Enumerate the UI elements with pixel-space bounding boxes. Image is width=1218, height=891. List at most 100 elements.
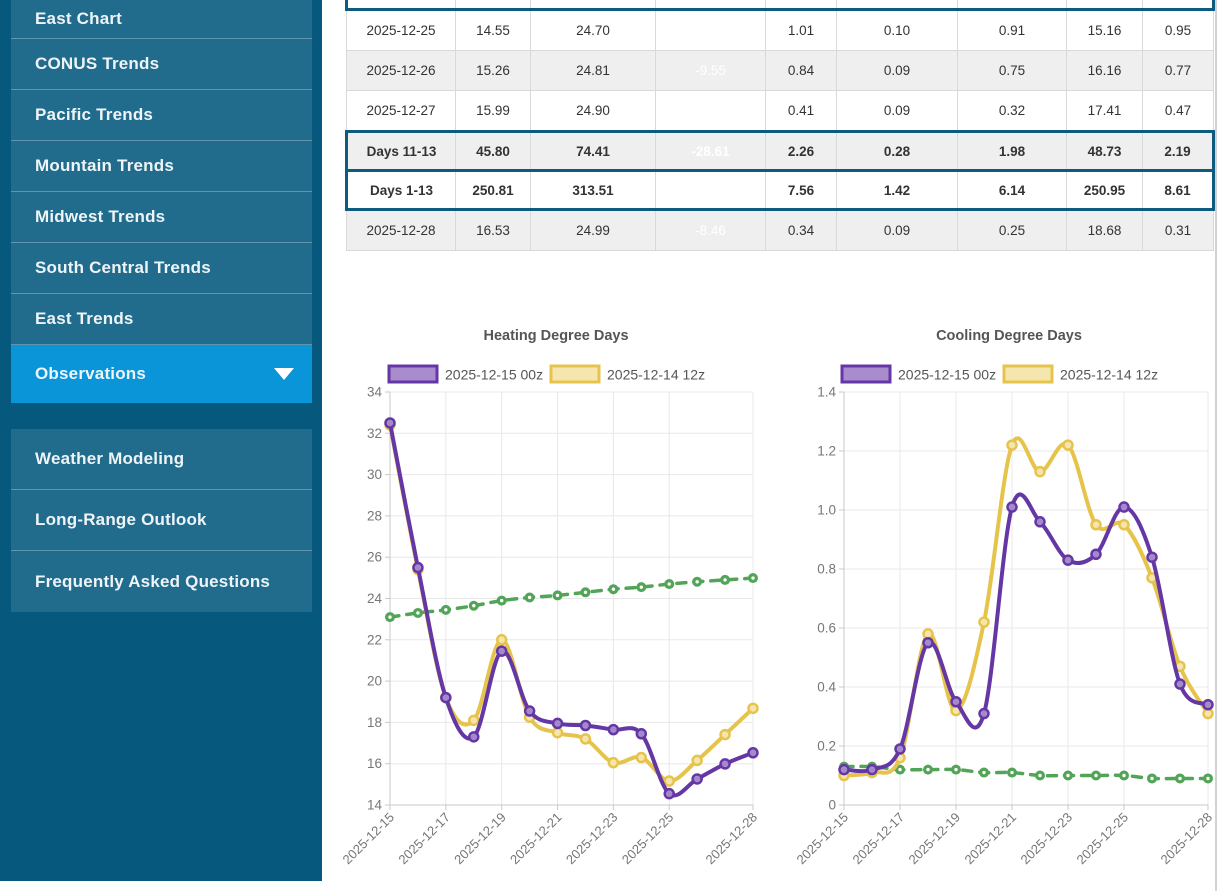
row-label: Days 1-13 — [347, 171, 456, 210]
value-cell — [531, 0, 656, 10]
value-cell: 18.68 — [1067, 210, 1143, 251]
x-axis-tick-label: 2025-12-21 — [961, 810, 1019, 868]
value-cell: 7.56 — [766, 171, 837, 210]
value-cell: 2.26 — [766, 132, 837, 171]
chart-legend[interactable]: 2025-12-15 00z 2025-12-14 12z — [389, 366, 705, 383]
table-row: Days 1-13250.81313.51-62.707.561.426.142… — [347, 171, 1214, 210]
sidebar-item-observations[interactable]: Observations — [11, 345, 312, 403]
table-row: 2025-12-2816.5324.99-8.460.340.090.2518.… — [347, 210, 1214, 251]
x-axis-tick-label: 2025-12-28 — [1157, 810, 1215, 868]
y-axis-tick-label: 16 — [367, 756, 382, 771]
sidebar-nav-primary: East Chart CONUS Trends Pacific Trends M… — [0, 0, 322, 403]
y-axis-tick-label: 14 — [367, 798, 383, 813]
x-axis-tick-label: 2025-12-19 — [451, 810, 509, 868]
value-cell: 0.10 — [837, 10, 958, 51]
y-axis-tick-label: 1.0 — [817, 503, 836, 518]
series-2025-12-15-00z — [840, 494, 1213, 774]
x-axis-tick-label: 2025-12-15 — [339, 810, 397, 868]
sidebar-item-pacific-trends[interactable]: Pacific Trends — [11, 90, 312, 141]
chart-legend[interactable]: 2025-12-15 00z2025-12-14 12z — [842, 366, 1158, 383]
value-cell — [1067, 0, 1143, 10]
row-label: 2025-12-28 — [347, 210, 456, 251]
series-normal — [385, 573, 758, 622]
x-axis-tick-label: 2025-12-21 — [507, 810, 565, 868]
sidebar-item-long-range-outlook[interactable]: Long-Range Outlook — [11, 490, 312, 551]
sidebar-item-label: Observations — [35, 364, 146, 384]
sidebar-item-label: Weather Modeling — [35, 449, 184, 469]
value-cell: 0.84 — [766, 51, 837, 91]
y-axis-tick-label: 22 — [367, 632, 382, 647]
sidebar-item-label: Mountain Trends — [35, 156, 174, 176]
y-axis-tick-label: 1.4 — [817, 385, 836, 400]
value-cell — [958, 0, 1067, 10]
value-cell: 250.81 — [456, 171, 531, 210]
value-cell: 14.55 — [456, 10, 531, 51]
sidebar-item-label: Midwest Trends — [35, 207, 165, 227]
value-cell: 0.47 — [1143, 91, 1214, 132]
legend-label: 2025-12-15 00z — [445, 367, 543, 383]
x-axis-tick-label: 2025-12-23 — [563, 810, 621, 868]
row-label: 2025-12-25 — [347, 10, 456, 51]
sidebar: East Chart CONUS Trends Pacific Trends M… — [0, 0, 322, 881]
sidebar-item-south-central-trends[interactable]: South Central Trends — [11, 243, 312, 294]
value-cell: 1.98 — [958, 132, 1067, 171]
cooling-degree-days-chart: Cooling Degree Days2025-12-15 00z2025-12… — [799, 309, 1218, 881]
value-cell: 16.53 — [456, 210, 531, 251]
y-axis-tick-label: 26 — [367, 550, 382, 565]
sidebar-item-faq[interactable]: Frequently Asked Questions — [11, 551, 312, 612]
chevron-down-icon — [274, 368, 294, 380]
value-cell: 48.73 — [1067, 132, 1143, 171]
sidebar-item-mountain-trends[interactable]: Mountain Trends — [11, 141, 312, 192]
x-axis-tick-label: 2025-12-28 — [702, 810, 760, 868]
y-axis-tick-label: 34 — [367, 385, 383, 400]
anomaly-cell: -10.15 — [656, 10, 766, 51]
value-cell: 8.61 — [1143, 171, 1214, 210]
chart-grid — [839, 392, 1208, 810]
x-axis-tick-label: 2025-12-17 — [849, 810, 907, 868]
sidebar-item-label: Long-Range Outlook — [35, 510, 207, 530]
sidebar-item-label: East Chart — [35, 9, 122, 29]
table-row-clipped — [347, 0, 1214, 10]
value-cell — [766, 0, 837, 10]
table-row: 2025-12-2715.9924.90-8.910.410.090.3217.… — [347, 91, 1214, 132]
legend-label: 2025-12-15 00z — [898, 367, 996, 383]
sidebar-item-label: Frequently Asked Questions — [35, 572, 270, 592]
value-cell: 0.09 — [837, 210, 958, 251]
value-cell: 24.99 — [531, 210, 656, 251]
y-axis-tick-label: 32 — [367, 426, 382, 441]
legend-swatch — [842, 366, 890, 382]
y-axis-tick-label: 24 — [367, 591, 383, 606]
sidebar-item-east-trends[interactable]: East Trends — [11, 294, 312, 345]
sidebar-item-conus-trends[interactable]: CONUS Trends — [11, 39, 312, 90]
y-axis-tick-label: 0.4 — [817, 680, 836, 695]
y-axis-tick-label: 28 — [367, 508, 382, 523]
forecast-table: 2025-12-2514.5524.70-10.151.010.100.9115… — [345, 0, 1215, 251]
value-cell: 1.01 — [766, 10, 837, 51]
value-cell: 0.31 — [1143, 210, 1214, 251]
sidebar-item-label: CONUS Trends — [35, 54, 159, 74]
sidebar-item-weather-modeling[interactable]: Weather Modeling — [11, 429, 312, 490]
value-cell: 24.70 — [531, 10, 656, 51]
anomaly-cell: -62.70 — [656, 171, 766, 210]
chart-title: Cooling Degree Days — [936, 328, 1082, 344]
sidebar-item-label: Pacific Trends — [35, 105, 153, 125]
value-cell: 24.81 — [531, 51, 656, 91]
page-right-edge-divider — [1215, 0, 1217, 891]
y-axis-tick-label: 0.6 — [817, 621, 836, 636]
value-cell: 1.42 — [837, 171, 958, 210]
value-cell: 2.19 — [1143, 132, 1214, 171]
value-cell: 0.32 — [958, 91, 1067, 132]
value-cell — [456, 0, 531, 10]
anomaly-cell: -8.91 — [656, 91, 766, 132]
value-cell: 0.95 — [1143, 10, 1214, 51]
value-cell: 15.16 — [1067, 10, 1143, 51]
legend-swatch — [1004, 366, 1052, 382]
series-2025-12-14-12z — [386, 421, 758, 786]
value-cell: 74.41 — [531, 132, 656, 171]
value-cell: 0.91 — [958, 10, 1067, 51]
value-cell: 15.26 — [456, 51, 531, 91]
legend-label: 2025-12-14 12z — [607, 367, 705, 383]
sidebar-item-midwest-trends[interactable]: Midwest Trends — [11, 192, 312, 243]
sidebar-item-east-chart[interactable]: East Chart — [11, 0, 312, 39]
y-axis-tick-label: 0 — [828, 798, 836, 813]
